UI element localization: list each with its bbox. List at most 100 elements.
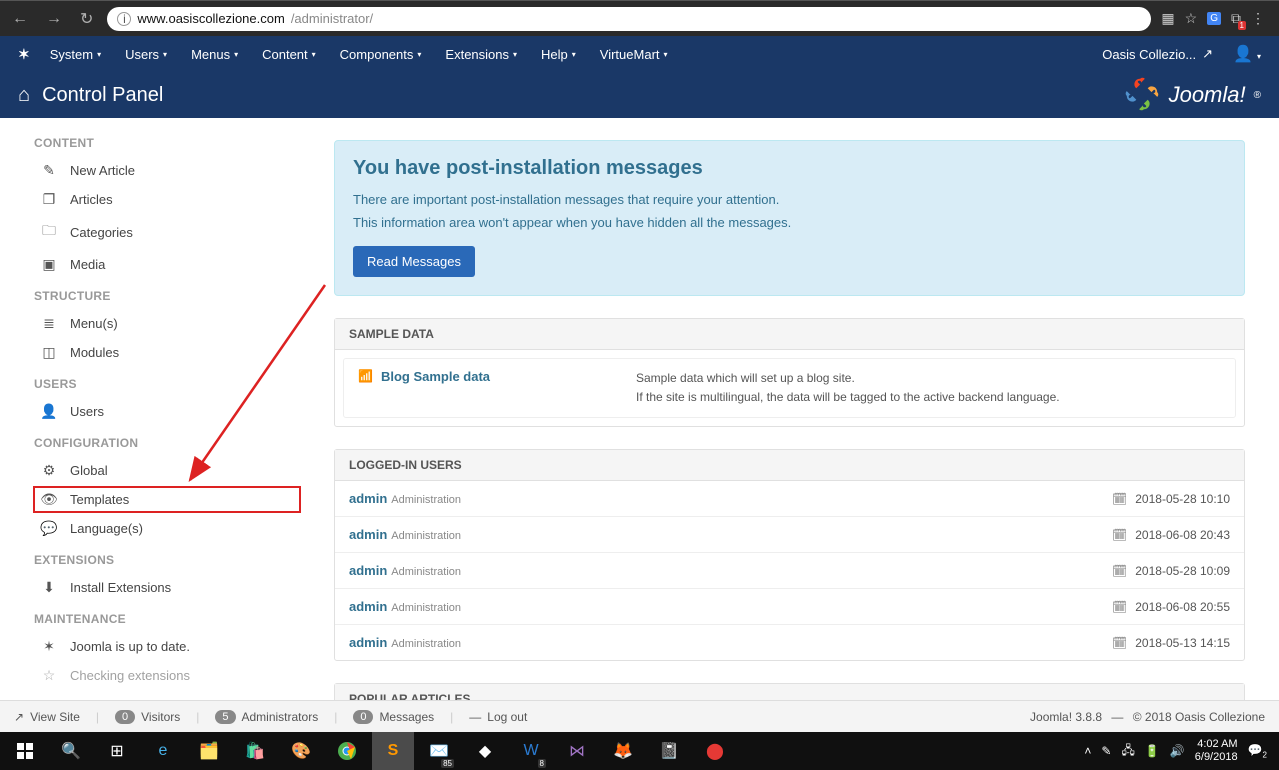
sidebar-categories[interactable]: 🗀Categories: [34, 216, 300, 248]
side-heading-structure: STRUCTURE: [34, 289, 300, 303]
devices-icon[interactable]: ⧉1: [1231, 10, 1241, 27]
page-title: Control Panel: [42, 84, 163, 107]
record-icon[interactable]: ⬤: [694, 732, 736, 770]
calendar-icon: 🗓: [1112, 564, 1127, 578]
system-tray: ˄ ✎ 🖧 🔋 🔊 4:02 AM 6/9/2018 💬2: [1084, 738, 1275, 764]
main-container: CONTENT ✎New Article ❐Articles 🗀Categori…: [0, 118, 1279, 700]
menu-menus[interactable]: Menus▾: [191, 47, 238, 62]
sidebar: CONTENT ✎New Article ❐Articles 🗀Categori…: [0, 118, 310, 700]
tray-network-icon[interactable]: 🖧: [1121, 741, 1134, 762]
tray-app-icon[interactable]: ✎: [1101, 744, 1111, 758]
user-name-link[interactable]: admin: [349, 563, 387, 578]
logged-in-row: admin Administration🗓2018-05-13 14:15: [335, 625, 1244, 660]
sidebar-joomla-uptodate[interactable]: ✶Joomla is up to date.: [34, 634, 300, 659]
site-info-icon[interactable]: i: [117, 12, 131, 26]
home-icon: ⌂: [18, 84, 30, 107]
sidebar-new-article[interactable]: ✎New Article: [34, 158, 300, 183]
reload-button[interactable]: ↻: [76, 9, 97, 29]
side-heading-config: CONFIGURATION: [34, 436, 300, 450]
login-time: 🗓2018-05-28 10:10: [1112, 492, 1230, 506]
menu-virtuemart[interactable]: VirtueMart▾: [600, 47, 668, 62]
word-icon[interactable]: W8: [510, 732, 552, 770]
sublime-icon[interactable]: S: [372, 732, 414, 770]
sidebar-check-ext[interactable]: ☆Checking extensions: [34, 663, 300, 688]
edge-icon[interactable]: e: [142, 732, 184, 770]
sample-data-desc: Sample data which will set up a blog sit…: [636, 369, 1060, 407]
user-role: Administration: [391, 602, 461, 614]
user-name-link[interactable]: admin: [349, 527, 387, 542]
tray-chevron-icon[interactable]: ˄: [1084, 744, 1091, 758]
version-text: Joomla! 3.8.8 — © 2018 Oasis Collezione: [1030, 710, 1265, 724]
extension-icon[interactable]: ▦: [1161, 10, 1174, 27]
messages-status[interactable]: 0Messages: [353, 710, 434, 724]
sidebar-global[interactable]: ⚙Global: [34, 458, 300, 483]
taskbar-clock[interactable]: 4:02 AM 6/9/2018: [1195, 738, 1238, 764]
chrome-menu-icon[interactable]: ⋮: [1251, 10, 1265, 27]
user-name-link[interactable]: admin: [349, 491, 387, 506]
joomla-small-icon: ✶: [40, 638, 58, 655]
side-heading-extensions: EXTENSIONS: [34, 553, 300, 567]
vs-icon[interactable]: ⋈: [556, 732, 598, 770]
read-messages-button[interactable]: Read Messages: [353, 246, 475, 277]
translate-icon[interactable]: G: [1207, 12, 1221, 25]
chrome-icon[interactable]: [326, 732, 368, 770]
search-icon[interactable]: 🔍: [50, 732, 92, 770]
start-button[interactable]: [4, 732, 46, 770]
url-path: /administrator/: [291, 11, 373, 26]
back-button[interactable]: ←: [8, 10, 32, 28]
view-site-link[interactable]: ↗ View Site: [14, 710, 80, 724]
tray-battery-icon[interactable]: 🔋: [1145, 744, 1160, 758]
forward-button[interactable]: →: [42, 10, 66, 28]
app-icon-2[interactable]: ◆: [464, 732, 506, 770]
list-icon: ≣: [40, 315, 58, 332]
taskview-icon[interactable]: ⊞: [96, 732, 138, 770]
menu-content[interactable]: Content▾: [262, 47, 316, 62]
tray-volume-icon[interactable]: 🔊: [1170, 744, 1185, 758]
bookmark-icon[interactable]: ☆: [1185, 10, 1198, 27]
logout-link[interactable]: — Log out: [469, 710, 527, 724]
sample-data-link[interactable]: 📶 Blog Sample data: [358, 369, 618, 407]
menu-users[interactable]: Users▾: [125, 47, 167, 62]
notepad-icon[interactable]: 📓: [648, 732, 690, 770]
main-menu: System▾ Users▾ Menus▾ Content▾ Component…: [50, 47, 668, 62]
side-heading-content: CONTENT: [34, 136, 300, 150]
user-name-link[interactable]: admin: [349, 635, 387, 650]
admins-status[interactable]: 5Administrators: [215, 710, 318, 724]
explorer-icon[interactable]: 🗂️: [188, 732, 230, 770]
url-host: www.oasiscollezione.com: [137, 11, 284, 26]
sidebar-modules[interactable]: ◫Modules: [34, 340, 300, 365]
menu-components[interactable]: Components▾: [340, 47, 422, 62]
mail-icon[interactable]: ✉️85: [418, 732, 460, 770]
sidebar-install-ext[interactable]: ⬇Install Extensions: [34, 575, 300, 600]
firefox-icon[interactable]: 🦊: [602, 732, 644, 770]
side-heading-maintenance: MAINTENANCE: [34, 612, 300, 626]
post-install-line2: This information area won't appear when …: [353, 215, 1226, 230]
joomla-icon[interactable]: ✶: [18, 46, 30, 63]
sidebar-languages[interactable]: 💬Language(s): [34, 516, 300, 541]
store-icon[interactable]: 🛍️: [234, 732, 276, 770]
user-name-link[interactable]: admin: [349, 599, 387, 614]
menu-help[interactable]: Help▾: [541, 47, 576, 62]
sidebar-templates[interactable]: 👁Templates: [34, 487, 300, 512]
pencil-icon: ✎: [40, 162, 58, 179]
notifications-icon[interactable]: 💬2: [1248, 743, 1267, 759]
user-menu-icon[interactable]: 👤▾: [1233, 44, 1261, 64]
logged-in-row: admin Administration🗓2018-06-08 20:55: [335, 589, 1244, 625]
app-icon-1[interactable]: 🎨: [280, 732, 322, 770]
sidebar-articles[interactable]: ❐Articles: [34, 187, 300, 212]
address-bar[interactable]: i www.oasiscollezione.com/administrator/: [107, 7, 1151, 31]
sidebar-media[interactable]: ▣Media: [34, 252, 300, 277]
calendar-icon: 🗓: [1112, 528, 1127, 542]
post-install-line1: There are important post-installation me…: [353, 192, 1226, 207]
visitors-status[interactable]: 0Visitors: [115, 710, 180, 724]
logged-in-row: admin Administration🗓2018-05-28 10:09: [335, 553, 1244, 589]
cube-icon: ◫: [40, 344, 58, 361]
sidebar-users[interactable]: 👤Users: [34, 399, 300, 424]
sidebar-menus[interactable]: ≣Menu(s): [34, 311, 300, 336]
menu-extensions[interactable]: Extensions▾: [445, 47, 517, 62]
menu-system[interactable]: System▾: [50, 47, 101, 62]
site-link[interactable]: Oasis Collezio... ↗: [1102, 46, 1213, 62]
post-install-panel: You have post-installation messages Ther…: [334, 140, 1245, 296]
sample-data-row: 📶 Blog Sample data Sample data which wil…: [343, 358, 1236, 418]
folder-icon: 🗀: [40, 220, 58, 244]
